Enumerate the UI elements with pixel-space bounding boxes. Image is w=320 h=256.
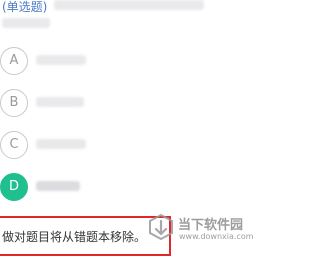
option-a[interactable]: A [0, 44, 244, 80]
option-a-letter: A [0, 47, 28, 75]
watermark-url: www.downxia.com [179, 232, 254, 241]
watermark: 当下软件园 www.downxia.com [146, 212, 254, 244]
option-c-letter: C [0, 131, 28, 159]
option-d[interactable]: D [0, 170, 244, 206]
watermark-logo-icon [149, 213, 173, 241]
explanation-text: 做对题目将从错题本移除。 [2, 230, 147, 244]
option-c[interactable]: C [0, 128, 244, 164]
option-b-text-blurred [36, 97, 84, 107]
option-d-letter: D [0, 173, 28, 201]
question-text-blurred [54, 0, 204, 10]
option-d-text-blurred [36, 181, 80, 191]
question-type-label: (单选题) [2, 0, 48, 14]
option-a-text-blurred [36, 55, 86, 65]
watermark-title: 当下软件园 [178, 218, 244, 233]
option-b[interactable]: B [0, 86, 244, 122]
question-header: (单选题) [0, 0, 244, 36]
option-c-text-blurred [36, 139, 86, 149]
option-b-letter: B [0, 89, 28, 117]
question-text-blurred-line2 [2, 18, 50, 28]
